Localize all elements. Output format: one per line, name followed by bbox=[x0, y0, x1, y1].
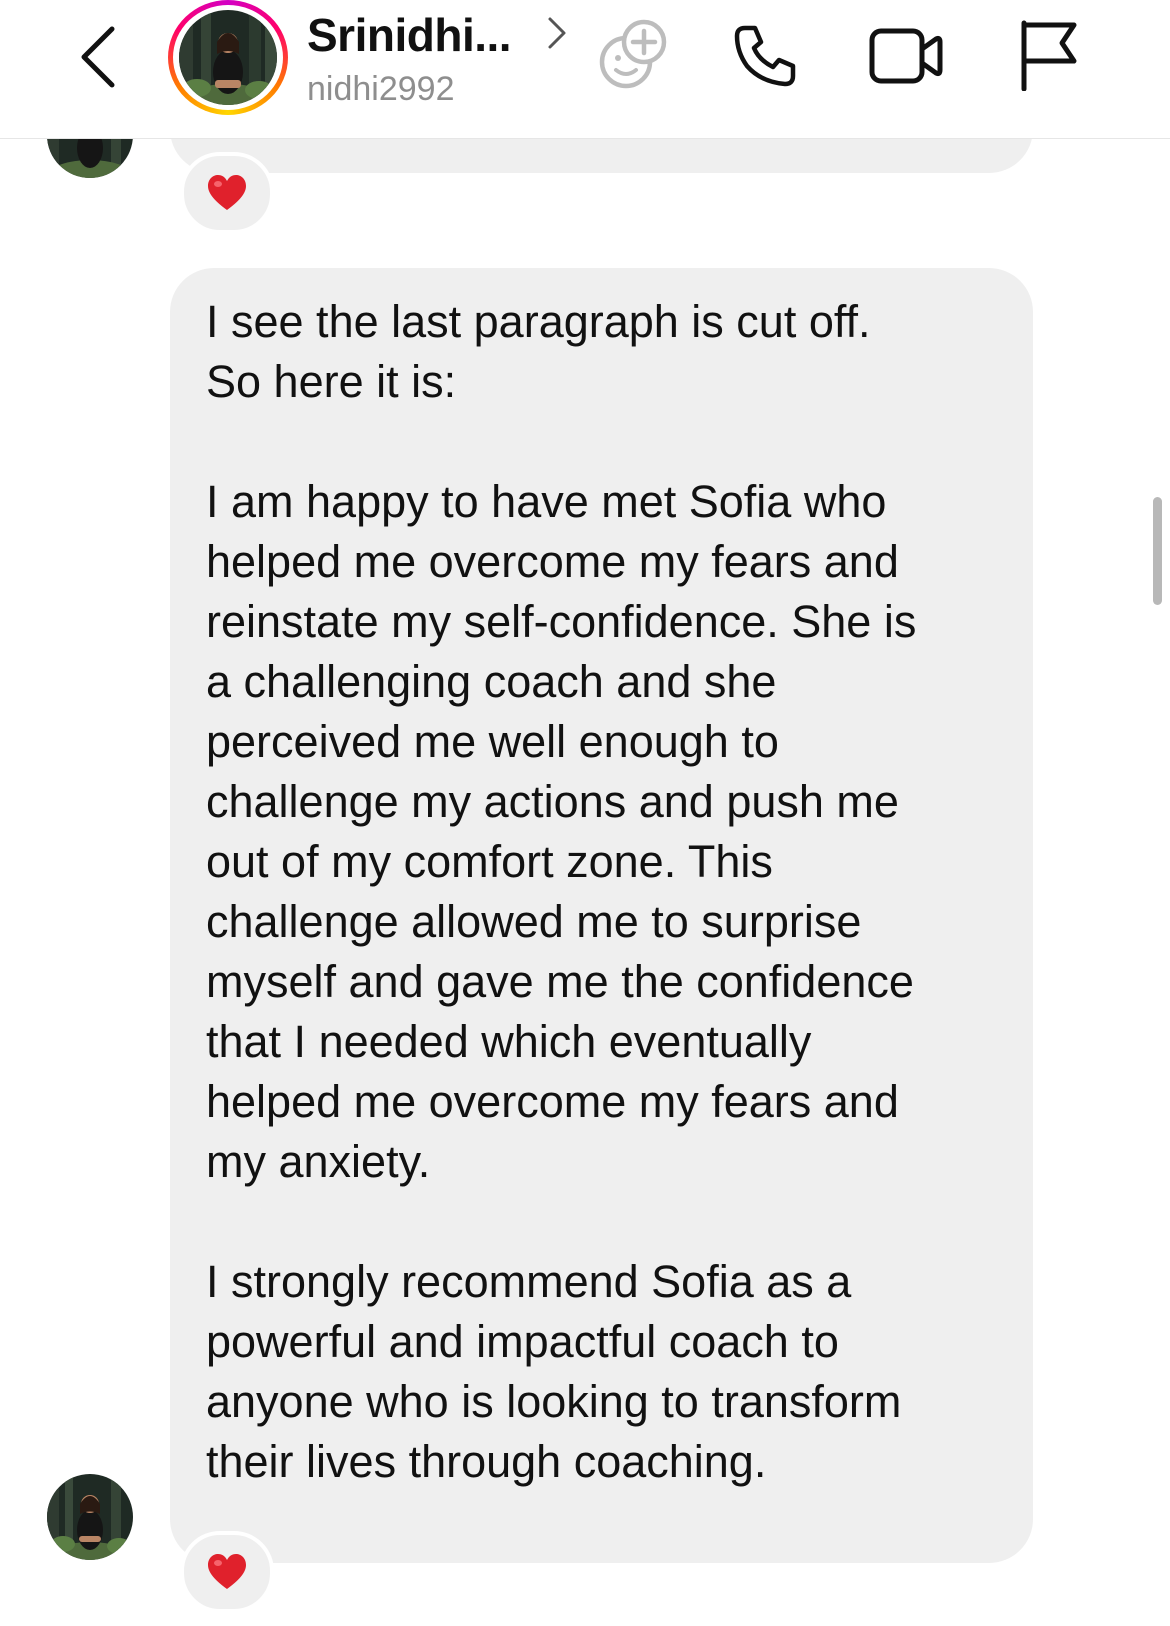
add-sticker-face-icon bbox=[599, 19, 667, 89]
chevron-right-icon bbox=[547, 16, 567, 55]
message-bubble[interactable]: I see the last paragraph is cut off. So … bbox=[170, 268, 1033, 1563]
avatar bbox=[179, 10, 277, 105]
phone-icon bbox=[734, 25, 796, 87]
video-camera-icon bbox=[869, 28, 943, 84]
contact-username: nidhi2992 bbox=[307, 70, 455, 108]
profile-avatar-story-ring[interactable] bbox=[168, 0, 288, 115]
sender-avatar[interactable] bbox=[47, 1474, 133, 1560]
message-text: I see the last paragraph is cut off. So … bbox=[206, 296, 917, 1487]
add-sticker-button[interactable] bbox=[592, 14, 672, 94]
flag-icon bbox=[1021, 20, 1077, 91]
reaction-badge[interactable] bbox=[180, 152, 274, 234]
call-button[interactable] bbox=[726, 18, 804, 94]
chevron-left-icon bbox=[81, 26, 115, 88]
back-button[interactable] bbox=[70, 22, 126, 92]
contact-name: Srinidhi... bbox=[307, 9, 512, 61]
report-button[interactable] bbox=[1012, 16, 1082, 94]
scrollbar-thumb[interactable] bbox=[1153, 497, 1162, 605]
contact-title[interactable]: Srinidhi... nidhi2992 bbox=[307, 6, 577, 116]
chat-header: Srinidhi... nidhi2992 bbox=[0, 0, 1170, 139]
reaction-badge[interactable] bbox=[180, 1531, 274, 1613]
avatar-photo bbox=[179, 10, 277, 105]
video-call-button[interactable] bbox=[866, 18, 946, 94]
heart-icon bbox=[208, 175, 246, 210]
heart-icon bbox=[208, 1554, 246, 1589]
